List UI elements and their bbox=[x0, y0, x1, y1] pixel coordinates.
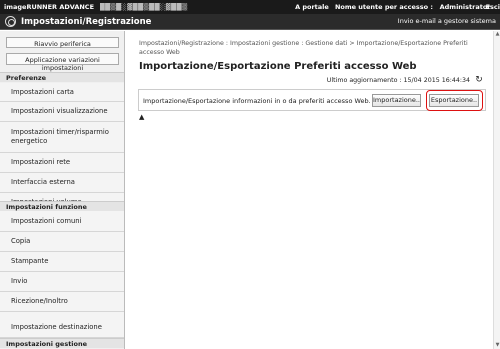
sidebar-item-receive-forward[interactable]: Ricezione/Inoltro bbox=[0, 292, 124, 312]
logout-link[interactable]: Esci bbox=[486, 3, 500, 11]
main-content: Impostazioni/Registrazione : Impostazion… bbox=[126, 31, 500, 349]
reboot-device-button[interactable]: Riavvio periferica bbox=[6, 37, 119, 48]
user-name: Administrator bbox=[439, 3, 491, 11]
export-highlight-annotation bbox=[426, 90, 483, 111]
sidebar-item-send[interactable]: Invio bbox=[0, 272, 124, 292]
sidebar-item-common-settings[interactable]: Impostazioni comuni bbox=[0, 211, 124, 232]
to-top-icon[interactable]: ▲ bbox=[139, 113, 144, 121]
sidebar-category-function-settings: Impostazioni funzione bbox=[0, 201, 124, 211]
refresh-icon[interactable]: ↻ bbox=[474, 75, 484, 85]
scroll-down-icon[interactable]: ▼ bbox=[495, 343, 500, 348]
sidebar-category-management-settings: Impostazioni gestione bbox=[0, 338, 124, 348]
sidebar-item-network[interactable]: Impostazioni rete bbox=[0, 153, 124, 173]
brand-name: imageRUNNER ADVANCE bbox=[4, 3, 95, 11]
sidebar-item-timer-energy[interactable]: Impostazioni timer/risparmio energetico bbox=[0, 122, 124, 153]
sidebar-item-paper-settings[interactable]: Impostazioni carta bbox=[0, 83, 124, 102]
import-button[interactable]: Importazione.. bbox=[372, 94, 421, 107]
sidebar-item-display-settings[interactable]: Impostazioni visualizzazione bbox=[0, 102, 124, 122]
breadcrumb: Impostazioni/Registrazione : Impostazion… bbox=[139, 40, 468, 56]
import-export-description: Importazione/Esportazione informazioni i… bbox=[143, 97, 371, 105]
last-update-text: Ultimo aggiornamento : 15/04 2015 16:44:… bbox=[326, 77, 470, 84]
device-name: ██▒█░▓██▒██░▓██▒ bbox=[99, 3, 188, 11]
title-bar: Impostazioni/Registrazione Invio e-mail … bbox=[0, 14, 500, 30]
sidebar-category-preferences: Preferenze bbox=[0, 72, 124, 82]
user-label: Nome utente per accesso : bbox=[334, 3, 433, 11]
sidebar-item-destination-settings[interactable]: Impostazione destinazione bbox=[0, 317, 124, 338]
sidebar: Riavvio periferica Applicazione variazio… bbox=[0, 31, 125, 349]
canon-settings-logo-icon bbox=[5, 16, 16, 27]
page-scrollbar[interactable]: ▲ ▼ bbox=[493, 31, 500, 349]
top-bar: imageRUNNER ADVANCE ██▒█░▓██▒██░▓██▒ A p… bbox=[0, 0, 500, 14]
sidebar-item-copy[interactable]: Copia bbox=[0, 232, 124, 252]
import-export-panel: Importazione/Esportazione informazioni i… bbox=[138, 89, 486, 111]
mail-admin-link[interactable]: Invio e-mail a gestore sistema bbox=[398, 17, 496, 25]
page-title: Importazione/Esportazione Preferiti acce… bbox=[139, 61, 417, 72]
scroll-up-icon[interactable]: ▲ bbox=[495, 32, 500, 37]
apply-changes-button[interactable]: Applicazione variazioni impostazioni bbox=[6, 53, 119, 72]
portal-link[interactable]: A portale bbox=[295, 3, 335, 11]
app-title: Impostazioni/Registrazione bbox=[21, 16, 152, 27]
sidebar-item-printer[interactable]: Stampante bbox=[0, 252, 124, 272]
sidebar-item-external-interface[interactable]: Interfaccia esterna bbox=[0, 173, 124, 193]
